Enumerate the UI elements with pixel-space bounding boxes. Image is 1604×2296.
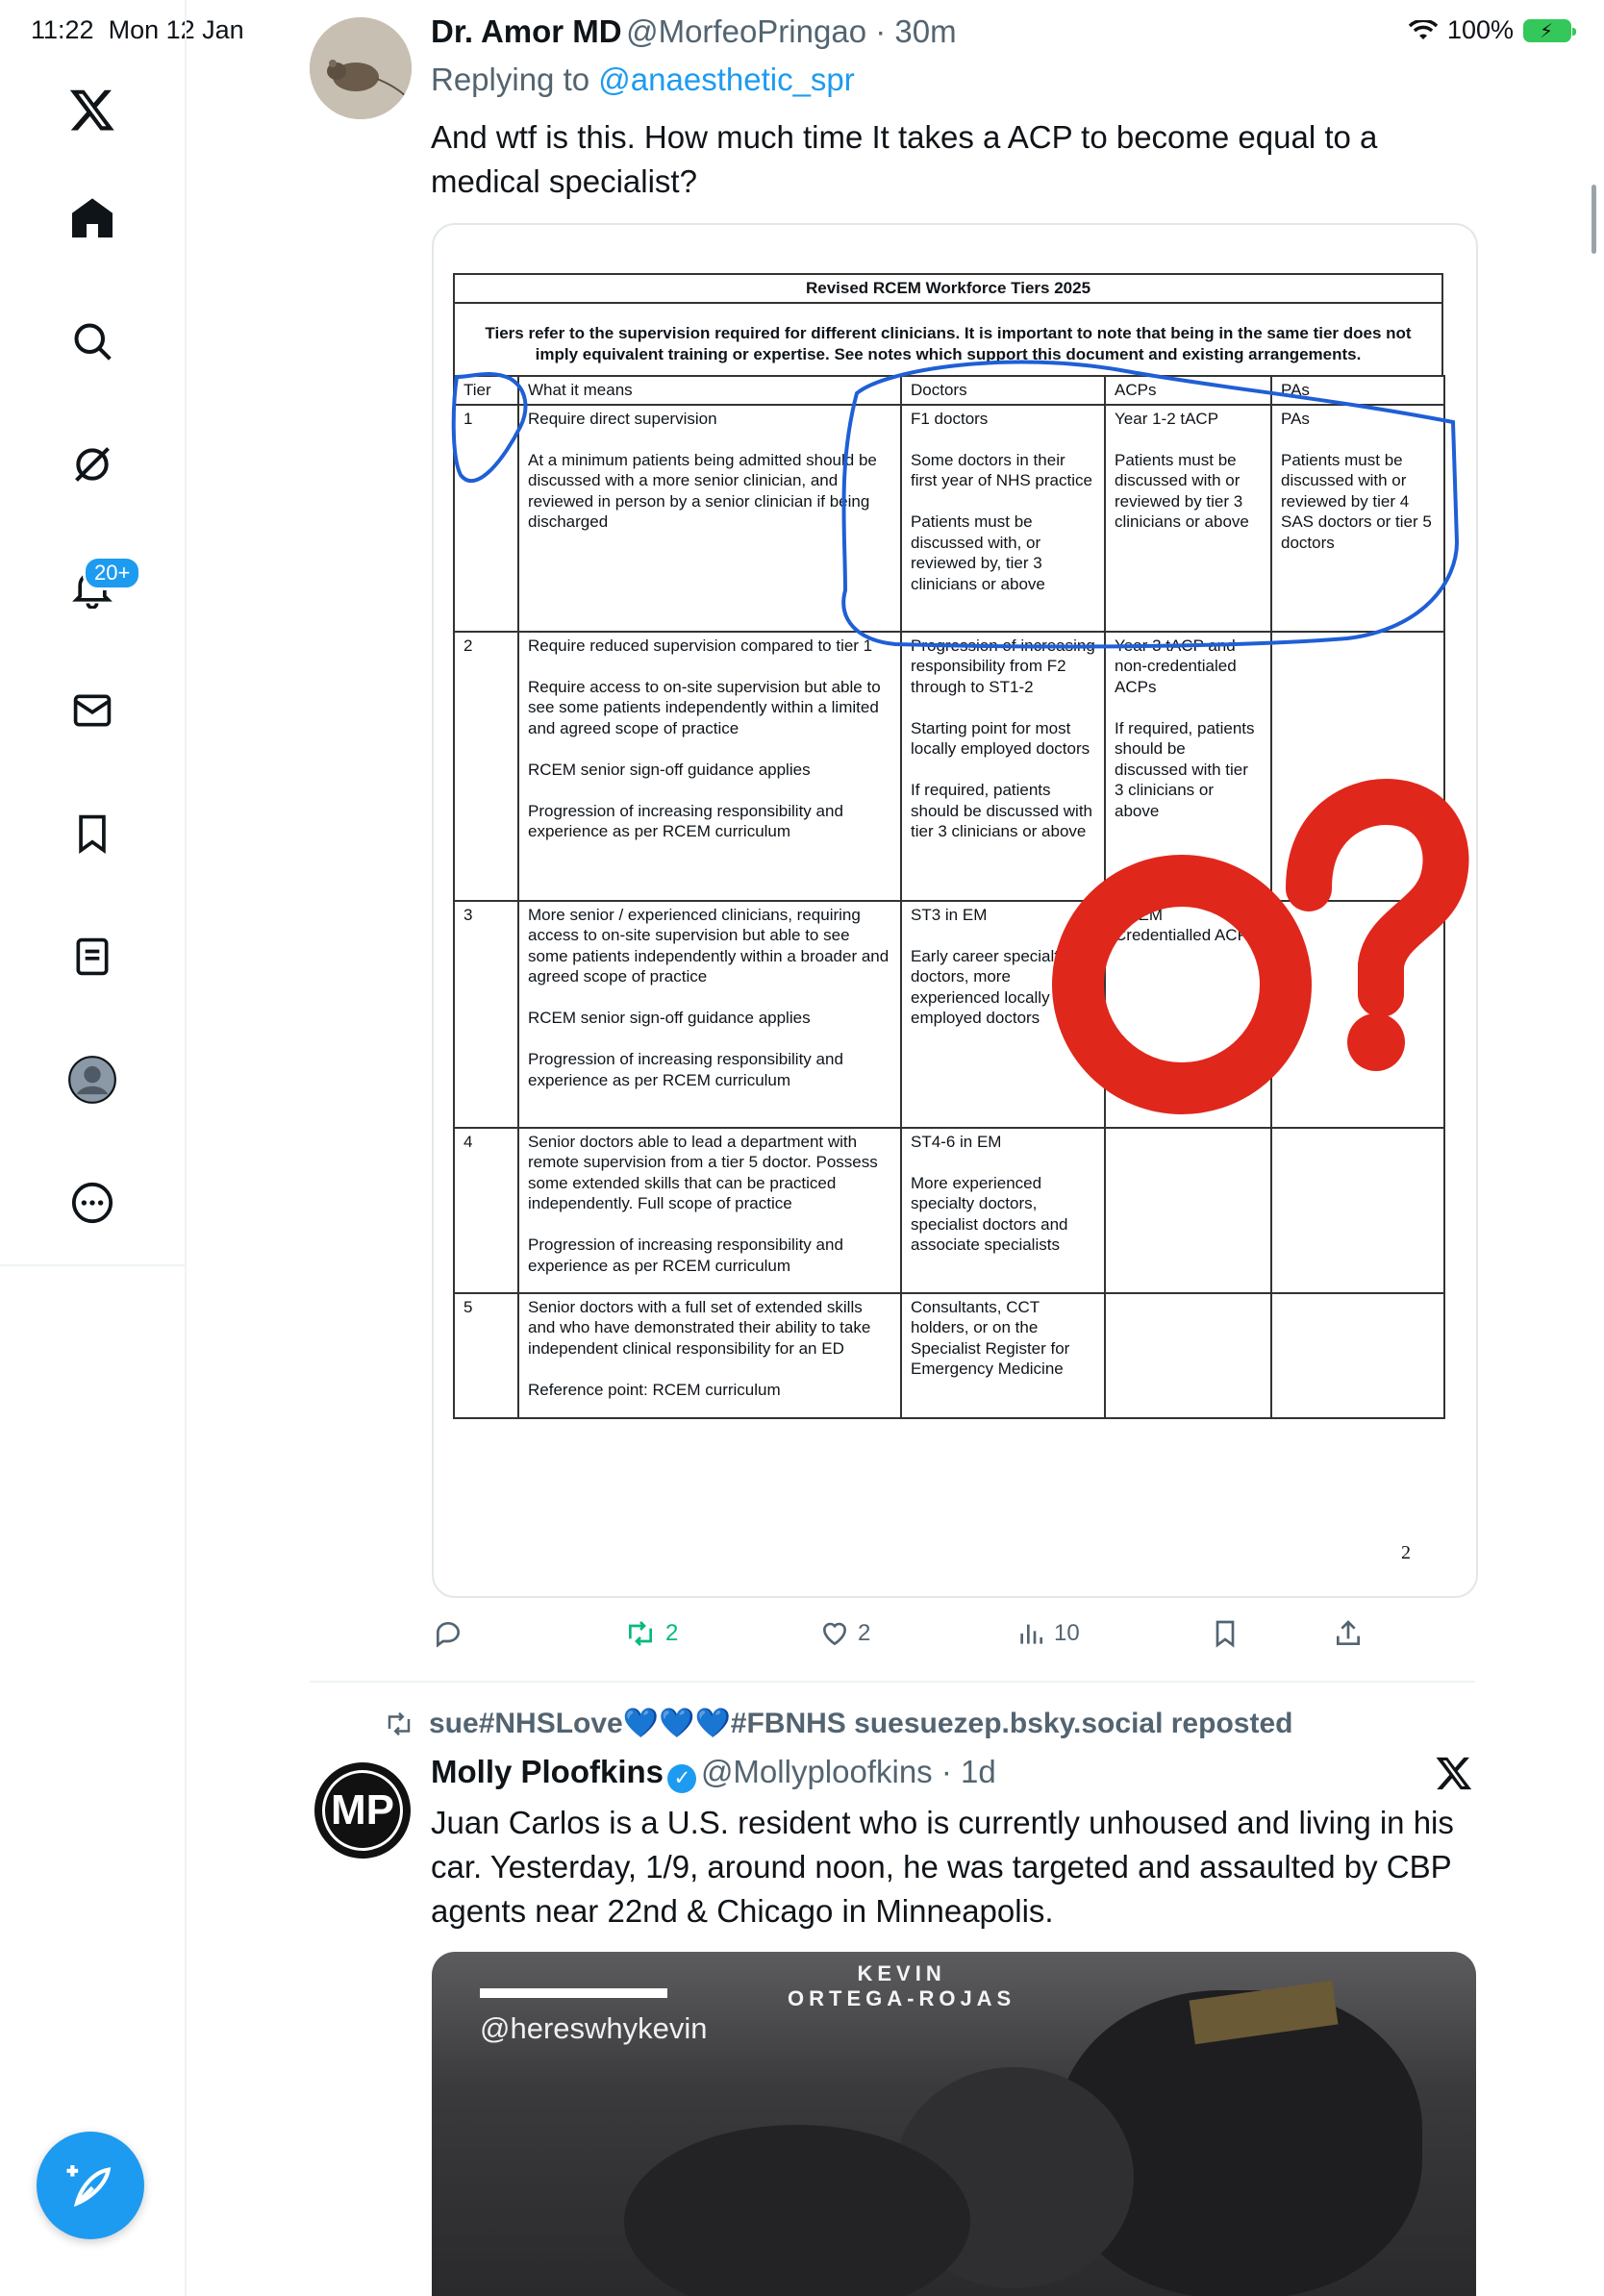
author-name[interactable]: Dr. Amor MD — [431, 13, 622, 49]
tweet1-text: And wtf is this. How much time It takes … — [431, 119, 1378, 199]
author-avatar[interactable]: MP — [314, 1762, 411, 1859]
like-count: 2 — [858, 1620, 871, 1646]
author-name[interactable]: Molly Ploofkins — [431, 1754, 664, 1789]
tweet1-header: Dr. Amor MD @MorfeoPringao · 30m — [431, 13, 957, 49]
video-watermark-name: KEVIN ORTEGA-ROJAS — [788, 1961, 1016, 2010]
views-button[interactable]: 10 — [1015, 1618, 1080, 1649]
tweet2-header: Molly Ploofkins ✓ @Mollyploofkins · 1d — [431, 1754, 996, 1793]
notification-badge: 20+ — [83, 556, 142, 590]
tweet-time[interactable]: 1d — [961, 1754, 996, 1789]
verified-badge-icon: ✓ — [667, 1763, 697, 1793]
column-divider — [185, 0, 187, 2296]
reply-icon — [437, 1622, 460, 1648]
tweet-image[interactable]: Revised RCEM Workforce Tiers 2025 Tiers … — [432, 223, 1478, 1598]
messages-icon[interactable] — [62, 680, 123, 741]
tweet-separator — [310, 1681, 1475, 1683]
x-logo-icon[interactable] — [62, 79, 123, 140]
share-icon — [1337, 1620, 1360, 1645]
bookmark-icon — [1216, 1620, 1235, 1648]
x-source-icon — [1435, 1754, 1477, 1796]
share-button[interactable] — [1333, 1618, 1364, 1649]
compose-post-button[interactable] — [37, 2132, 144, 2239]
repost-button[interactable]: 2 — [623, 1618, 678, 1649]
views-count: 10 — [1054, 1620, 1080, 1646]
profile-avatar-icon[interactable] — [62, 1049, 123, 1111]
home-icon[interactable] — [62, 187, 123, 249]
feather-plus-icon — [66, 2165, 112, 2208]
scrollbar[interactable] — [1591, 185, 1596, 254]
wifi-icon — [1408, 19, 1438, 39]
author-avatar[interactable] — [310, 17, 412, 119]
views-icon — [1020, 1624, 1042, 1644]
bookmarks-icon[interactable] — [62, 803, 123, 864]
battery-icon: ⚡ — [1523, 18, 1576, 42]
tweet-video[interactable]: KEVIN ORTEGA-ROJAS @hereswhykevin — [432, 1952, 1476, 2296]
replying-to: Replying to @anaesthetic_spr — [431, 62, 855, 97]
watermark-bar — [480, 1988, 667, 1998]
author-handle[interactable]: @MorfeoPringao — [626, 13, 866, 49]
status-right: 100% ⚡ — [1408, 15, 1576, 45]
repost-context[interactable]: sue#NHSLove💙💙💙#FBNHS suesuezep.bsky.soci… — [383, 1707, 1292, 1740]
tweet2-text: Juan Carlos is a U.S. resident who is cu… — [431, 1805, 1454, 1929]
tweet-time[interactable]: 30m — [894, 13, 956, 49]
red-ring-question-overlay — [1052, 778, 1469, 1114]
reply-button[interactable] — [433, 1618, 471, 1649]
bookmark-button[interactable] — [1210, 1618, 1241, 1649]
heart-icon — [822, 1622, 847, 1646]
grok-icon[interactable] — [62, 434, 123, 495]
repost-icon — [629, 1621, 652, 1646]
replying-handle-link[interactable]: @anaesthetic_spr — [598, 62, 854, 97]
lists-icon[interactable] — [62, 926, 123, 987]
like-button[interactable]: 2 — [819, 1618, 870, 1649]
more-icon[interactable] — [62, 1172, 123, 1234]
battery-percent: 100% — [1446, 15, 1514, 44]
video-watermark-handle: @hereswhykevin — [480, 2011, 708, 2045]
search-icon[interactable] — [62, 311, 123, 372]
author-handle[interactable]: @Mollyploofkins — [701, 1754, 933, 1789]
repost-icon — [388, 1711, 411, 1735]
repost-count: 2 — [665, 1620, 679, 1646]
